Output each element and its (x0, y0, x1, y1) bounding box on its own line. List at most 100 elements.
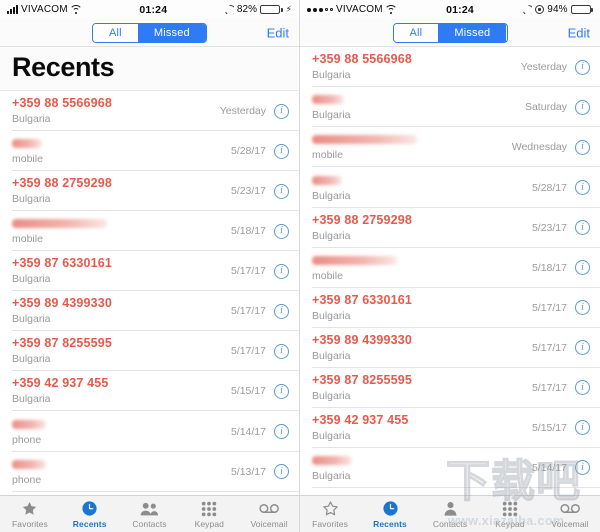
tab-keypad[interactable]: Keypad (480, 500, 540, 529)
recent-call-row[interactable]: Bulgaria Saturday i (300, 87, 600, 128)
signal-strength-icon (307, 7, 333, 12)
info-icon[interactable]: i (575, 380, 590, 396)
recent-call-row[interactable]: +359 89 4399330 Bulgaria 5/17/17 i (300, 327, 600, 368)
contacts-icon (140, 500, 159, 518)
call-title: +359 88 5566968 (312, 52, 412, 66)
call-title: +359 88 2759298 (312, 212, 412, 227)
tab-favorites[interactable]: Favorites (0, 500, 60, 529)
call-subtitle: Bulgaria (312, 229, 351, 242)
status-time: 01:24 (446, 3, 474, 16)
call-subtitle: mobile (12, 153, 43, 166)
recent-call-row[interactable]: +359 88 5566968 Bulgaria Yesterday i (300, 47, 600, 87)
call-subtitle: Bulgaria (12, 113, 51, 125)
call-filter-segmented-control[interactable]: All Missed (92, 22, 207, 43)
info-icon[interactable]: i (575, 99, 590, 115)
edit-button[interactable]: Edit (568, 25, 590, 40)
info-icon[interactable]: i (575, 420, 590, 436)
recent-call-row[interactable]: phone 5/14/17 i (0, 411, 299, 452)
call-title (312, 253, 532, 268)
info-icon[interactable]: i (575, 220, 590, 236)
tab-label: Contacts (432, 518, 468, 529)
info-icon[interactable]: i (274, 103, 289, 119)
status-bar: VIVACOM 01:24 82% ⚡ (0, 0, 299, 19)
tab-bar: Favorites Recents Contacts Keypad Voicem… (0, 495, 299, 532)
recent-call-row[interactable]: phone 5/13/17 i (0, 451, 299, 493)
recent-call-row[interactable]: +359 89 4399330 Bulgaria 5/17/17 i (0, 291, 299, 332)
tab-contacts[interactable]: Contacts (120, 500, 180, 529)
recent-call-row[interactable]: Bulgaria 5/14/17 i (300, 447, 600, 489)
tab-keypad[interactable]: Keypad (179, 500, 239, 529)
tab-bar: Favorites Recents Contacts Keypad Voicem… (300, 495, 600, 532)
call-timestamp: 5/15/17 (230, 385, 266, 398)
call-timestamp: 5/18/17 (230, 225, 266, 238)
info-icon[interactable]: i (575, 340, 590, 356)
voicemail-icon (258, 500, 280, 518)
segment-all[interactable]: All (93, 23, 138, 42)
tab-recents[interactable]: Recents (360, 500, 420, 529)
segment-missed[interactable]: Missed (438, 23, 507, 42)
info-icon[interactable]: i (274, 223, 289, 239)
info-icon[interactable]: i (274, 263, 289, 279)
info-icon[interactable]: i (575, 300, 590, 316)
tab-voicemail[interactable]: Voicemail (540, 500, 600, 529)
call-filter-segmented-control[interactable]: All Missed (392, 22, 508, 43)
info-icon[interactable]: i (274, 183, 289, 199)
star-icon (322, 500, 339, 518)
recent-call-row[interactable]: mobile 5/28/17 i (0, 131, 299, 172)
do-not-disturb-icon (523, 5, 533, 14)
do-not-disturb-icon (224, 5, 234, 14)
info-icon[interactable]: i (575, 180, 590, 195)
clock-icon (81, 500, 98, 518)
call-subtitle: Bulgaria (312, 69, 351, 81)
info-icon[interactable]: i (274, 424, 289, 439)
recent-call-row[interactable]: mobile 5/18/17 i (0, 211, 299, 252)
info-icon[interactable]: i (274, 343, 289, 359)
info-icon[interactable]: i (575, 260, 590, 276)
info-icon[interactable]: i (274, 303, 289, 319)
call-title: +359 42 937 455 (12, 376, 109, 391)
recent-call-row[interactable]: mobile 5/18/17 i (300, 247, 600, 289)
call-timestamp: 5/17/17 (230, 345, 266, 358)
recent-call-row[interactable]: mobile Wednesday i (300, 127, 600, 168)
redacted-name (312, 456, 352, 466)
keypad-icon (201, 500, 217, 518)
redacted-name (312, 255, 397, 265)
tab-label: Favorites (312, 518, 348, 529)
recent-call-row[interactable]: +359 88 2759298 Bulgaria 5/23/17 i (300, 207, 600, 248)
tab-label: Contacts (132, 518, 167, 529)
tab-contacts[interactable]: Contacts (420, 500, 480, 529)
recent-call-row[interactable]: +359 42 937 455 Bulgaria 5/15/17 i (300, 407, 600, 448)
call-timestamp: 5/17/17 (230, 265, 266, 278)
tab-voicemail[interactable]: Voicemail (239, 500, 299, 529)
recent-call-row[interactable]: +359 87 6330161 Bulgaria 5/17/17 i (300, 287, 600, 328)
info-icon[interactable]: i (575, 139, 590, 155)
edit-button[interactable]: Edit (267, 25, 289, 40)
info-icon[interactable]: i (575, 59, 590, 75)
call-subtitle: Bulgaria (12, 313, 51, 326)
info-icon[interactable]: i (575, 460, 590, 476)
info-icon[interactable]: i (274, 143, 289, 159)
call-title: +359 87 8255595 (312, 372, 412, 387)
call-title (312, 172, 532, 187)
recent-call-row[interactable]: +359 87 6330161 Bulgaria 5/17/17 i (0, 251, 299, 292)
recent-call-row[interactable]: +359 88 2759298 Bulgaria 5/23/17 i (0, 171, 299, 212)
info-icon[interactable]: i (274, 464, 289, 480)
segment-missed[interactable]: Missed (137, 23, 206, 42)
phone-panel-right: VIVACOM 01:24 94% All Missed Edit +359 8… (300, 0, 600, 532)
recent-call-row[interactable]: +359 42 937 455 Bulgaria 5/15/17 i (0, 371, 299, 412)
recent-call-row[interactable]: +359 88 5566968 Bulgaria Yesterday i (0, 91, 299, 131)
screenshot-stage: VIVACOM 01:24 82% ⚡ All Missed Edit Rece… (0, 0, 600, 532)
tab-label: Favorites (11, 518, 48, 529)
recent-call-row[interactable]: +359 87 8255595 Bulgaria 5/17/17 i (0, 331, 299, 372)
call-title (312, 453, 532, 468)
call-title: +359 87 8255595 (12, 336, 112, 351)
info-icon[interactable]: i (274, 383, 289, 399)
recent-call-row[interactable]: Bulgaria 5/28/17 i (300, 167, 600, 208)
segment-all[interactable]: All (393, 23, 439, 42)
tab-favorites[interactable]: Favorites (300, 500, 360, 529)
call-timestamp: 5/14/17 (230, 425, 266, 438)
tab-recents[interactable]: Recents (60, 500, 120, 529)
call-subtitle: mobile (312, 269, 343, 282)
recent-call-row[interactable]: +359 87 8255595 Bulgaria 5/17/17 i (300, 367, 600, 408)
clock-icon (382, 500, 399, 518)
